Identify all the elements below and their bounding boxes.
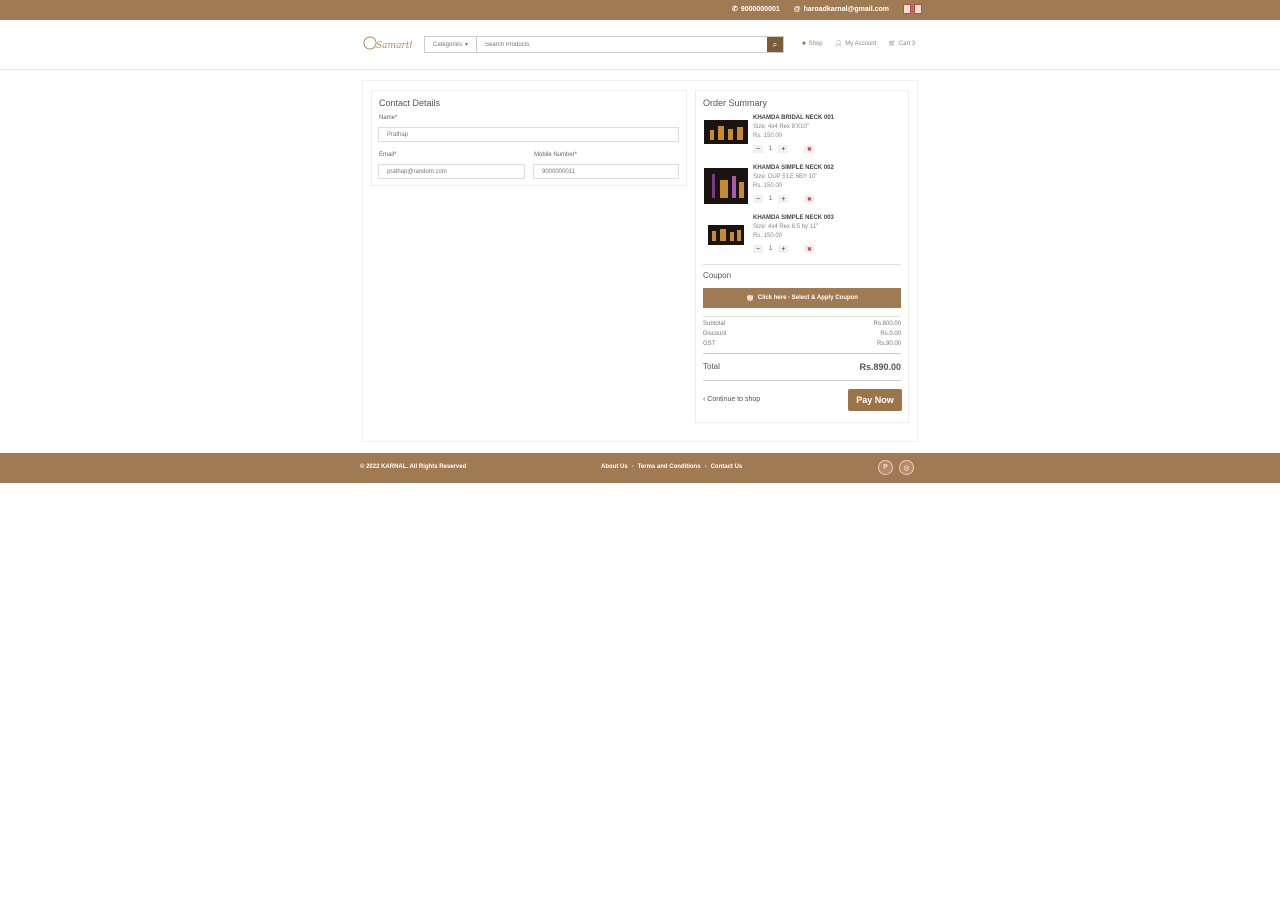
quantity-value: 1: [769, 246, 773, 252]
apply-coupon-button[interactable]: 🎁︎ Click here - Select & Apply Coupon: [703, 288, 901, 308]
mobile-label: Mobile Number*: [534, 152, 578, 158]
coupon-button-label: Click here - Select & Apply Coupon: [757, 295, 858, 301]
mobile-field[interactable]: 9000000011: [533, 164, 679, 179]
phone-icon: ✆: [731, 6, 738, 13]
quantity-stepper: − 1 + ✖: [753, 245, 815, 253]
total-label: Total: [703, 362, 720, 371]
product-name[interactable]: KHAMDA BRIDAL NECK 001: [753, 115, 834, 121]
gst-row: GST Rs.90.00: [703, 341, 901, 347]
product-price: Rs. 150.00: [753, 133, 783, 139]
pinterest-icon[interactable]: P: [878, 460, 893, 475]
footer-link-terms[interactable]: Terms and Conditions: [638, 464, 701, 470]
nav-account[interactable]: 👤︎ My Account: [834, 40, 877, 48]
product-name[interactable]: KHAMDA SIMPLE NECK 003: [753, 215, 834, 221]
nav-account-label: My Account: [845, 40, 877, 47]
plus-button[interactable]: +: [778, 245, 789, 253]
email-address: haroadkarnal@gmail.com: [803, 5, 889, 13]
divider: [703, 380, 901, 381]
product-size: Size: 4x4 Rex 8'X10": [753, 124, 809, 130]
shop-icon: ■: [802, 40, 806, 47]
product-size: Size: 4x4 Rex 8.5 by 11": [753, 224, 819, 230]
product-name[interactable]: KHAMDA SIMPLE NECK 002: [753, 165, 834, 171]
gst-label: GST: [703, 341, 716, 347]
divider: [703, 316, 901, 317]
discount-label: Discount: [703, 331, 727, 337]
search-button[interactable]: ⌕: [767, 37, 783, 52]
gift-icon: 🎁︎: [746, 295, 754, 302]
quantity-stepper: − 1 + ✖: [753, 145, 815, 153]
total-value: Rs.890.00: [859, 362, 901, 372]
cart-icon: 🛒︎: [888, 41, 896, 47]
product-price: Rs. 150.00: [753, 183, 783, 189]
cart-item: KHAMDA BRIDAL NECK 001 Size: 4x4 Rex 8'X…: [704, 115, 904, 159]
category-dropdown[interactable]: Categories ▾: [425, 37, 477, 52]
divider: [703, 353, 901, 354]
search-input[interactable]: [477, 37, 767, 52]
user-icon: 👤︎: [834, 41, 843, 47]
contact-title: Contact Details: [379, 98, 441, 108]
svg-text:Samarth: Samarth: [376, 41, 412, 51]
footer-links: About Us - Terms and Conditions - Contac…: [601, 464, 743, 470]
site-logo[interactable]: Samarth: [362, 34, 415, 54]
minus-button[interactable]: −: [753, 245, 763, 253]
flag-icon-2[interactable]: [914, 4, 922, 14]
nav-cart-label: Cart 3: [898, 40, 916, 47]
copyright-text: © 2022 KARNAL. All Rights Reserved: [360, 464, 467, 470]
flag-icon[interactable]: [903, 4, 911, 14]
nav-cart[interactable]: 🛒︎ Cart 3: [888, 40, 916, 48]
social-links: P ◎: [878, 460, 914, 475]
pay-now-button[interactable]: Pay Now: [848, 389, 902, 411]
email-label: Email*: [379, 152, 397, 158]
phone-number: 9000000001: [740, 5, 780, 13]
footer-link-contact[interactable]: Contact Us: [711, 464, 743, 470]
remove-icon[interactable]: ✖: [804, 245, 815, 253]
nav-shop-label: Shop: [808, 40, 823, 47]
product-size: Size: DUP 5'LE 6BY 10": [753, 174, 818, 180]
product-image[interactable]: [704, 120, 748, 144]
nav-shop[interactable]: ■ Shop: [802, 40, 823, 47]
divider: [703, 264, 901, 265]
email-contact[interactable]: @ haroadkarnal@gmail.com: [794, 6, 889, 13]
header-nav: ■ Shop 👤︎ My Account 🛒︎ Cart 3: [802, 40, 916, 48]
cart-item: KHAMDA SIMPLE NECK 002 Size: DUP 5'LE 6B…: [704, 165, 904, 209]
total-row: Total Rs.890.00: [703, 362, 901, 372]
plus-button[interactable]: +: [778, 195, 789, 203]
site-header: Samarth Categories ▾ ⌕ ■ Shop 👤︎ My Acco…: [0, 20, 1280, 70]
search-bar: Categories ▾ ⌕: [424, 36, 784, 53]
product-image[interactable]: [708, 225, 744, 245]
name-field[interactable]: Prathap: [378, 127, 679, 142]
remove-icon[interactable]: ✖: [804, 195, 815, 203]
search-icon: ⌕: [772, 39, 778, 49]
footer-link-about[interactable]: About Us: [601, 464, 628, 470]
product-price: Rs. 150.00: [753, 233, 783, 239]
minus-button[interactable]: −: [753, 195, 763, 203]
name-label: Name*: [379, 115, 398, 121]
discount-row: Discount Rs.0.00: [703, 331, 901, 337]
cart-item: KHAMDA SIMPLE NECK 003 Size: 4x4 Rex 8.5…: [704, 215, 904, 259]
category-label: Categories: [432, 41, 462, 48]
product-image[interactable]: [704, 168, 748, 204]
minus-button[interactable]: −: [753, 145, 763, 153]
site-footer: © 2022 KARNAL. All Rights Reserved About…: [0, 453, 1280, 483]
gst-value: Rs.90.00: [876, 341, 901, 347]
quantity-value: 1: [769, 196, 773, 202]
coupon-title: Coupon: [703, 271, 732, 280]
subtotal-value: Rs.800.00: [873, 321, 901, 327]
quantity-stepper: − 1 + ✖: [753, 195, 815, 203]
order-summary-title: Order Summary: [703, 98, 768, 108]
email-field[interactable]: prathap@random.com: [378, 164, 525, 179]
subtotal-label: Subtotal: [703, 321, 726, 327]
top-bar: ✆ 9000000001 @ haroadkarnal@gmail.com: [0, 0, 1280, 20]
quantity-value: 1: [769, 146, 773, 152]
subtotal-row: Subtotal Rs.800.00: [703, 321, 901, 327]
continue-shopping-link[interactable]: ‹ Continue to shop: [703, 396, 760, 403]
phone-contact[interactable]: ✆ 9000000001: [731, 5, 780, 14]
instagram-icon[interactable]: ◎: [899, 460, 914, 475]
chevron-down-icon: ▾: [465, 42, 469, 48]
plus-button[interactable]: +: [778, 145, 789, 153]
remove-icon[interactable]: ✖: [804, 145, 815, 153]
email-icon: @: [793, 5, 801, 13]
discount-value: Rs.0.00: [880, 331, 901, 337]
